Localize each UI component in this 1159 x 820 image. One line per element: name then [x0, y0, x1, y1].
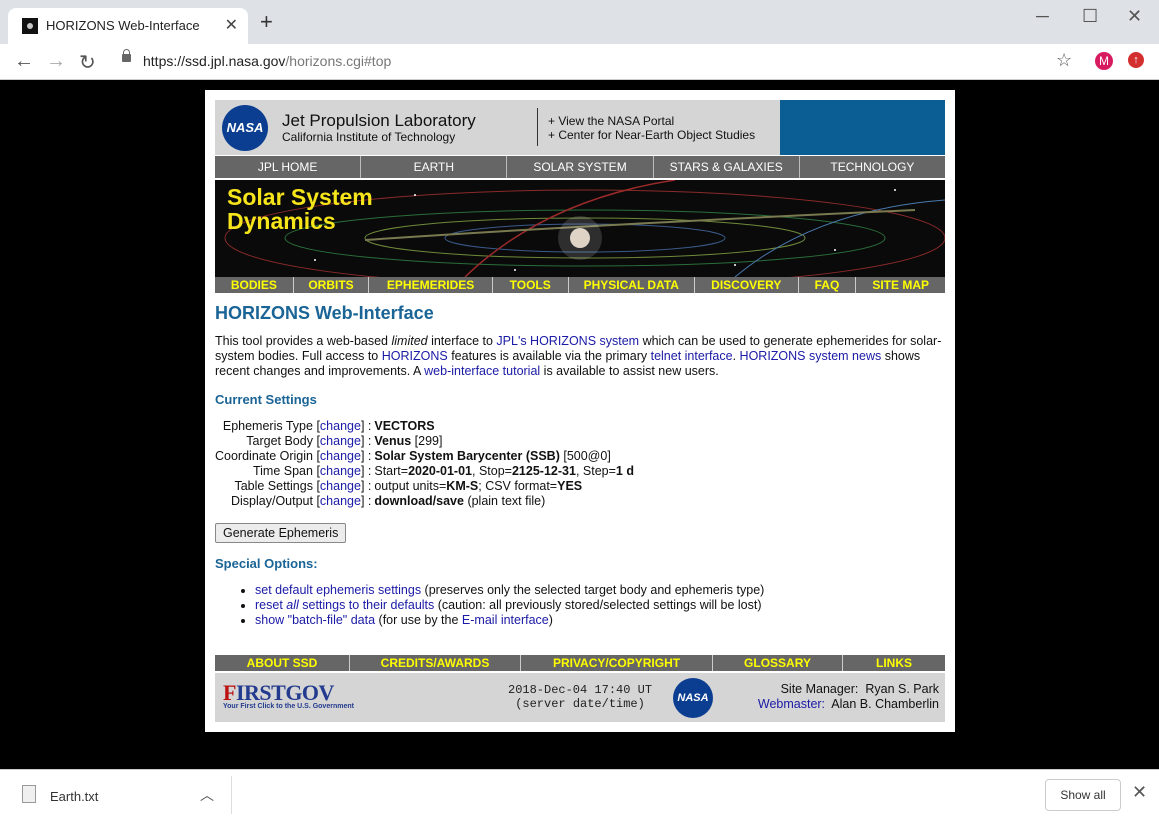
list-item: set default ephemeris settings (preserve… — [255, 583, 945, 598]
horizons-page: NASA Jet Propulsion Laboratory Californi… — [205, 90, 955, 732]
nav-credits-awards[interactable]: CREDITS/AWARDS — [350, 655, 521, 671]
email-interface-link[interactable]: E-mail interface — [462, 613, 549, 627]
special-options-heading: Special Options: — [215, 556, 318, 571]
header-divider — [537, 108, 538, 146]
nav-solar-system[interactable]: SOLAR SYSTEM — [507, 156, 654, 178]
nav-ephemerides[interactable]: EPHEMERIDES — [369, 277, 493, 293]
webmaster-link[interactable]: Webmaster: — [758, 697, 825, 711]
bookmark-star-icon[interactable]: ☆ — [1056, 50, 1072, 71]
address-bar[interactable]: https://ssd.jpl.nasa.gov/horizons.cgi#to… — [110, 47, 1080, 75]
change-target-body-link[interactable]: change — [320, 434, 361, 448]
ssd-banner: Solar System Dynamics — [215, 180, 945, 277]
setting-target-body: Target Body [change] : Venus [299] — [246, 434, 443, 448]
batch-file-link[interactable]: show "batch-file" data — [255, 613, 375, 627]
nav-jpl-home[interactable]: JPL HOME — [215, 156, 362, 178]
nav-site-map[interactable]: SITE MAP — [856, 277, 945, 293]
close-tab-icon[interactable]: ✕ — [225, 15, 238, 35]
page-title: HORIZONS Web-Interface — [215, 303, 434, 323]
minimize-icon[interactable]: ─ — [1036, 6, 1049, 27]
browser-toolbar: ← → ↻ https://ssd.jpl.nasa.gov/horizons.… — [0, 44, 1159, 80]
nav-stars-galaxies[interactable]: STARS & GALAXIES — [654, 156, 800, 178]
site-favicon-icon — [22, 18, 38, 34]
jpl-subtitle[interactable]: California Institute of Technology — [282, 130, 455, 144]
change-coordinate-origin-link[interactable]: change — [320, 449, 361, 463]
firstgov-logo[interactable]: FIRSTGOV Your First Click to the U.S. Go… — [223, 680, 354, 710]
settings-table: Ephemeris Type [change] : VECTORS Target… — [215, 419, 634, 509]
close-window-icon[interactable]: ✕ — [1127, 6, 1142, 27]
top-nav: JPL HOME EARTH SOLAR SYSTEM STARS & GALA… — [215, 156, 945, 178]
show-all-button[interactable]: Show all — [1045, 779, 1121, 811]
download-shelf: Earth.txt ︿ Show all ✕ — [0, 769, 1159, 820]
intro-paragraph: This tool provides a web-based limited i… — [215, 334, 942, 378]
chevron-up-icon[interactable]: ︿ — [200, 785, 214, 805]
nav-bodies[interactable]: BODIES — [215, 277, 294, 293]
change-time-span-link[interactable]: change — [320, 464, 361, 478]
setting-table-settings: Table Settings [change] : output units=K… — [234, 479, 583, 493]
nav-earth[interactable]: EARTH — [361, 156, 508, 178]
nav-orbits[interactable]: ORBITS — [294, 277, 370, 293]
banner-title-line2: Dynamics — [227, 208, 336, 234]
nav-glossary[interactable]: GLOSSARY — [713, 655, 843, 671]
current-settings-heading: Current Settings — [215, 392, 317, 407]
setting-ephemeris-type: Ephemeris Type [change] : VECTORS — [222, 419, 435, 433]
reset-settings-link[interactable]: reset all settings to their defaults — [255, 598, 434, 612]
page-viewport: NASA Jet Propulsion Laboratory Californi… — [0, 80, 1159, 769]
horizons-link[interactable]: HORIZONS — [382, 349, 448, 363]
shelf-divider — [231, 776, 232, 814]
list-item: show "batch-file" data (for use by the E… — [255, 613, 945, 628]
footer-nav: ABOUT SSD CREDITS/AWARDS PRIVACY/COPYRIG… — [215, 655, 945, 671]
neo-studies-link[interactable]: + Center for Near-Earth Object Studies — [548, 128, 755, 142]
tutorial-link[interactable]: web-interface tutorial — [424, 364, 540, 378]
nav-faq[interactable]: FAQ — [799, 277, 857, 293]
new-tab-icon[interactable]: + — [260, 11, 273, 33]
system-news-link[interactable]: HORIZONS system news — [740, 349, 882, 363]
nasa-portal-link[interactable]: + View the NASA Portal — [548, 114, 674, 128]
nasa-logo[interactable]: NASA — [222, 105, 268, 151]
set-default-settings-link[interactable]: set default ephemeris settings — [255, 583, 421, 597]
forward-icon[interactable]: → — [46, 50, 66, 73]
jpl-horizons-link[interactable]: JPL's HORIZONS system — [496, 334, 639, 348]
download-filename[interactable]: Earth.txt — [50, 789, 98, 804]
nav-tools[interactable]: TOOLS — [493, 277, 569, 293]
header-blue-panel — [780, 100, 945, 155]
extension-icon[interactable]: ↑ — [1128, 52, 1144, 68]
site-credits: Site Manager: Ryan S. Park Webmaster: Al… — [757, 682, 939, 711]
browser-tab[interactable]: HORIZONS Web-Interface ✕ — [8, 8, 248, 44]
nasa-footer-logo[interactable]: NASA — [673, 678, 713, 718]
setting-display-output: Display/Output [change] : download/save … — [230, 494, 546, 508]
reload-icon[interactable]: ↻ — [79, 50, 96, 75]
lock-icon — [122, 49, 131, 62]
page-footer: FIRSTGOV Your First Click to the U.S. Go… — [215, 673, 945, 722]
ssd-nav: BODIES ORBITS EPHEMERIDES TOOLS PHYSICAL… — [215, 277, 945, 293]
close-shelf-icon[interactable]: ✕ — [1132, 782, 1147, 803]
url-text[interactable]: https://ssd.jpl.nasa.gov/horizons.cgi#to… — [143, 53, 391, 69]
nav-technology[interactable]: TECHNOLOGY — [800, 156, 945, 178]
jpl-title[interactable]: Jet Propulsion Laboratory — [282, 111, 476, 131]
change-table-settings-link[interactable]: change — [320, 479, 361, 493]
text-file-icon — [22, 785, 36, 803]
special-options-list: set default ephemeris settings (preserve… — [215, 583, 945, 628]
profile-avatar[interactable]: M — [1095, 52, 1113, 70]
server-time: 2018-Dec-04 17:40 UT (server date/time) — [508, 683, 653, 711]
nav-links[interactable]: LINKS — [843, 655, 945, 671]
generate-ephemeris-button[interactable]: Generate Ephemeris — [215, 523, 347, 543]
nav-privacy-copyright[interactable]: PRIVACY/COPYRIGHT — [521, 655, 713, 671]
change-ephemeris-type-link[interactable]: change — [320, 419, 361, 433]
back-icon[interactable]: ← — [14, 50, 34, 73]
maximize-icon[interactable]: ☐ — [1082, 6, 1098, 27]
banner-title-line1: Solar System — [227, 184, 373, 210]
tab-strip: HORIZONS Web-Interface ✕ + ─ ☐ ✕ — [0, 0, 1159, 44]
change-display-output-link[interactable]: change — [320, 494, 361, 508]
setting-coordinate-origin: Coordinate Origin [change] : Solar Syste… — [215, 449, 611, 463]
jpl-header: NASA Jet Propulsion Laboratory Californi… — [215, 100, 945, 155]
nav-discovery[interactable]: DISCOVERY — [695, 277, 799, 293]
tab-title: HORIZONS Web-Interface — [46, 18, 200, 33]
telnet-link[interactable]: telnet interface — [651, 349, 733, 363]
nav-about-ssd[interactable]: ABOUT SSD — [215, 655, 350, 671]
nav-physical-data[interactable]: PHYSICAL DATA — [569, 277, 696, 293]
list-item: reset all settings to their defaults (ca… — [255, 598, 945, 613]
setting-time-span: Time Span [change] : Start=2020-01-01, S… — [252, 464, 634, 478]
